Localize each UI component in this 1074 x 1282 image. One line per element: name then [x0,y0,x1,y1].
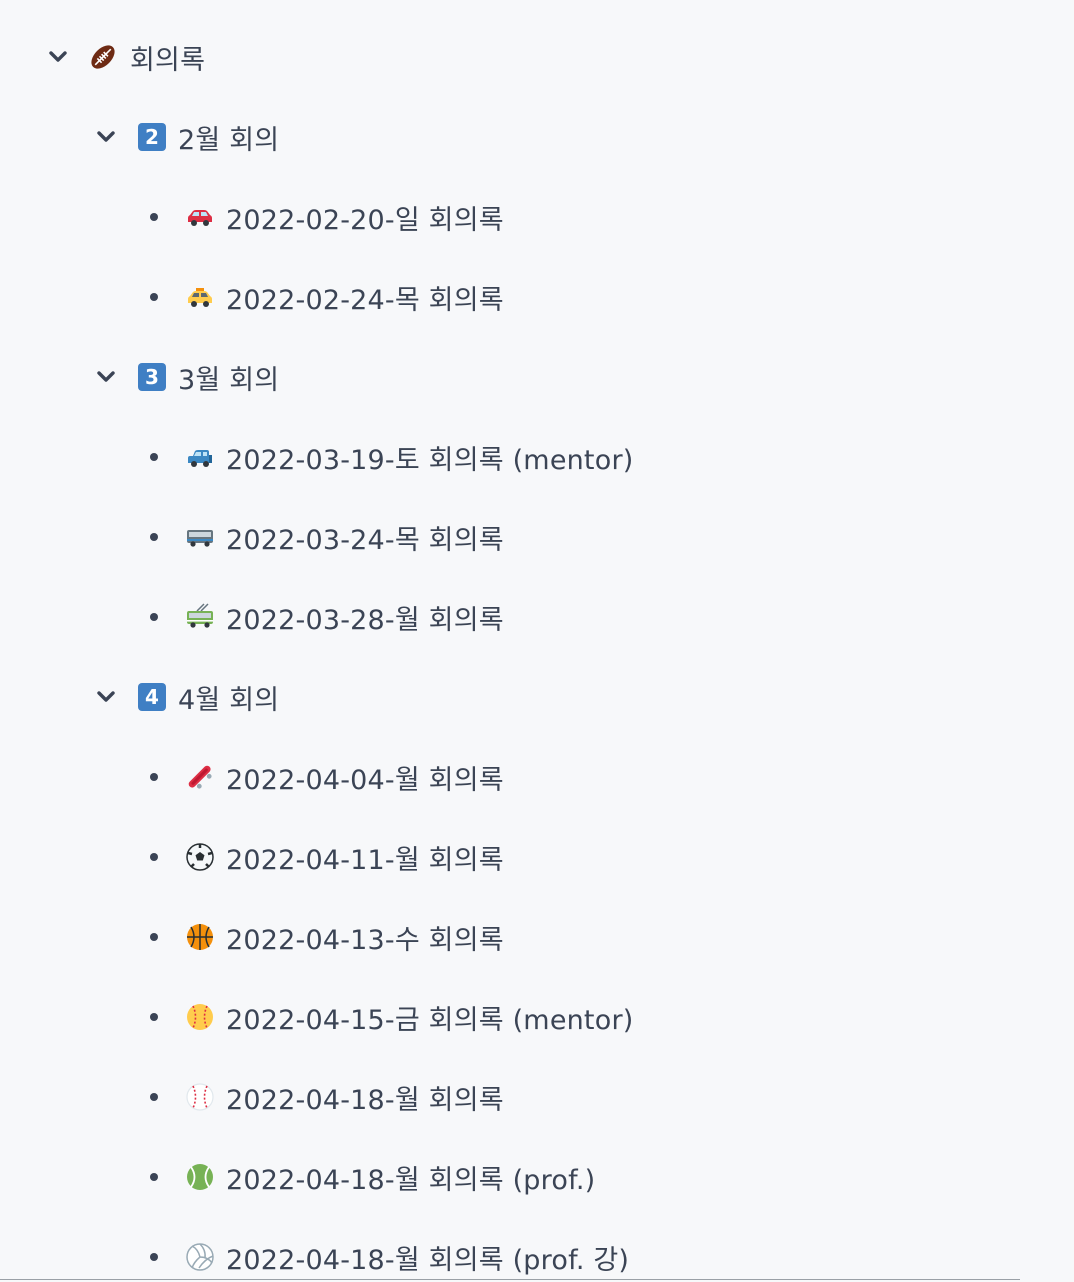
bullet-icon [150,293,158,301]
basketball-icon [185,922,215,952]
item-label: 2022-03-24-목 회의록 [226,524,504,556]
bullet-icon [150,853,158,861]
page-item[interactable]: 2022-04-18-월 회의록 (prof. 강) [0,1237,629,1277]
item-label: 4월 회의 [178,684,280,716]
item-label: 2022-02-20-일 회의록 [226,204,504,236]
soccer-ball-icon [185,842,215,872]
bullet-icon [150,453,158,461]
volleyball-icon [185,1242,215,1272]
item-label: 2022-04-04-월 회의록 [226,764,504,796]
bottom-divider [0,1279,1020,1280]
red-car-icon [185,202,215,232]
group-2[interactable]: 2 2월 회의 [0,117,279,157]
page-item[interactable]: 2022-04-18-월 회의록 [0,1077,504,1117]
item-label: 2022-03-28-월 회의록 [226,604,504,636]
keycap-2-icon: 2 [138,123,166,151]
bullet-icon [150,1013,158,1021]
item-label: 2022-04-18-월 회의록 (prof. 강) [226,1244,630,1276]
keycap-3-icon: 3 [138,363,166,391]
page-item[interactable]: 2022-04-04-월 회의록 [0,757,504,797]
bullet-icon [150,1253,158,1261]
tree-root[interactable]: 회의록 [0,37,205,77]
page-tree: 회의록 2 2월 회의 2022-02-20-일 회의록 2022-02-24-목 회의… [0,0,1074,1282]
bullet-icon [150,1173,158,1181]
item-label: 2022-04-11-월 회의록 [226,844,504,876]
item-label: 2022-02-24-목 회의록 [226,284,504,316]
bullet-icon [150,1093,158,1101]
skateboard-icon [185,762,215,792]
item-label: 2월 회의 [178,124,280,156]
bullet-icon [150,613,158,621]
bus-icon [185,522,215,552]
chevron-down-icon[interactable] [96,127,116,147]
bullet-icon [150,933,158,941]
item-label: 회의록 [130,44,206,76]
group-3[interactable]: 3 3월 회의 [0,357,279,397]
chevron-down-icon[interactable] [96,687,116,707]
softball-icon [185,1002,215,1032]
page-item[interactable]: 2022-03-19-토 회의록 (mentor) [0,437,633,477]
item-label: 2022-04-15-금 회의록 (mentor) [226,1004,634,1036]
bullet-icon [150,213,158,221]
page-item[interactable]: 2022-02-20-일 회의록 [0,197,504,237]
trolleybus-icon [185,602,215,632]
bullet-icon [150,533,158,541]
american-football-icon [88,42,118,72]
item-label: 2022-04-18-월 회의록 (prof.) [226,1164,596,1196]
page-item[interactable]: 2022-04-13-수 회의록 [0,917,504,957]
group-4[interactable]: 4 4월 회의 [0,677,279,717]
page-item[interactable]: 2022-04-15-금 회의록 (mentor) [0,997,633,1037]
blue-car-icon [185,442,215,472]
chevron-down-icon[interactable] [48,47,68,67]
taxi-icon [185,282,215,312]
item-label: 2022-03-19-토 회의록 (mentor) [226,444,634,476]
baseball-icon [185,1082,215,1112]
page-item[interactable]: 2022-04-11-월 회의록 [0,837,504,877]
bullet-icon [150,773,158,781]
page-item[interactable]: 2022-03-28-월 회의록 [0,597,504,637]
page-item[interactable]: 2022-02-24-목 회의록 [0,277,504,317]
page-item[interactable]: 2022-04-18-월 회의록 (prof.) [0,1157,595,1197]
item-label: 2022-04-13-수 회의록 [226,924,504,956]
keycap-4-icon: 4 [138,683,166,711]
item-label: 3월 회의 [178,364,280,396]
page-item[interactable]: 2022-03-24-목 회의록 [0,517,504,557]
item-label: 2022-04-18-월 회의록 [226,1084,504,1116]
chevron-down-icon[interactable] [96,367,116,387]
tennis-ball-icon [185,1162,215,1192]
